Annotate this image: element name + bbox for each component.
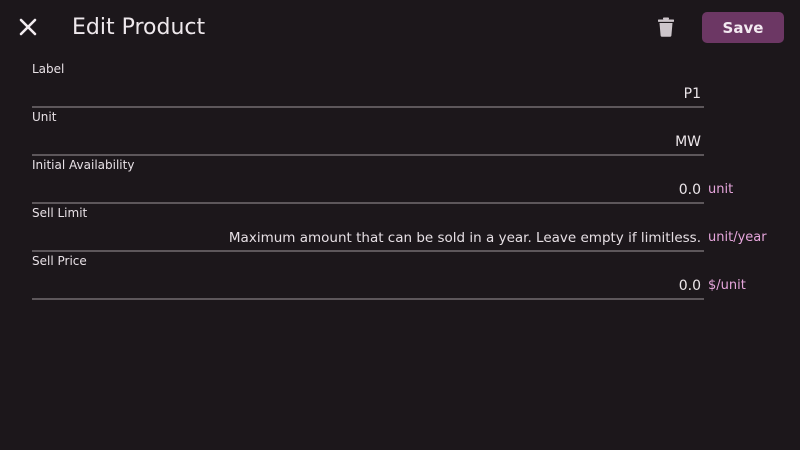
field-label: Sell Limit	[32, 206, 88, 220]
input-value: P1	[683, 86, 701, 102]
label-field: Label P1	[32, 62, 772, 110]
delete-button[interactable]	[654, 14, 678, 40]
input-placeholder: Maximum amount that can be sold in a yea…	[228, 230, 701, 246]
page-title: Edit Product	[72, 15, 206, 40]
close-button[interactable]	[14, 13, 42, 41]
sell-limit-field: Sell Limit Maximum amount that can be so…	[32, 206, 772, 254]
trash-icon	[658, 17, 674, 37]
input-value: 0.0	[678, 182, 701, 198]
unit-input[interactable]: MW	[32, 126, 704, 156]
field-label: Label	[32, 62, 65, 76]
field-label: Sell Price	[32, 254, 87, 268]
top-app-bar: Edit Product Save	[0, 0, 800, 56]
unit-suffix: unit	[708, 182, 734, 197]
unit-suffix: unit/year	[708, 230, 767, 245]
close-icon	[19, 18, 37, 36]
label-input[interactable]: P1	[32, 78, 704, 108]
sell-price-input[interactable]: 0.0	[32, 270, 704, 300]
unit-suffix: $/unit	[708, 278, 746, 293]
edit-product-screen: Edit Product Save Label P1 Unit MW Initi…	[0, 0, 800, 450]
save-button[interactable]: Save	[702, 12, 784, 43]
unit-field: Unit MW	[32, 110, 772, 158]
initial-availability-input[interactable]: 0.0	[32, 174, 704, 204]
field-label: Unit	[32, 110, 57, 124]
input-value: 0.0	[678, 278, 701, 294]
field-label: Initial Availability	[32, 158, 135, 172]
sell-price-field: Sell Price 0.0 $/unit	[32, 254, 772, 302]
initial-availability-field: Initial Availability 0.0 unit	[32, 158, 772, 206]
sell-limit-input[interactable]: Maximum amount that can be sold in a yea…	[32, 222, 704, 252]
input-value: MW	[675, 134, 701, 150]
